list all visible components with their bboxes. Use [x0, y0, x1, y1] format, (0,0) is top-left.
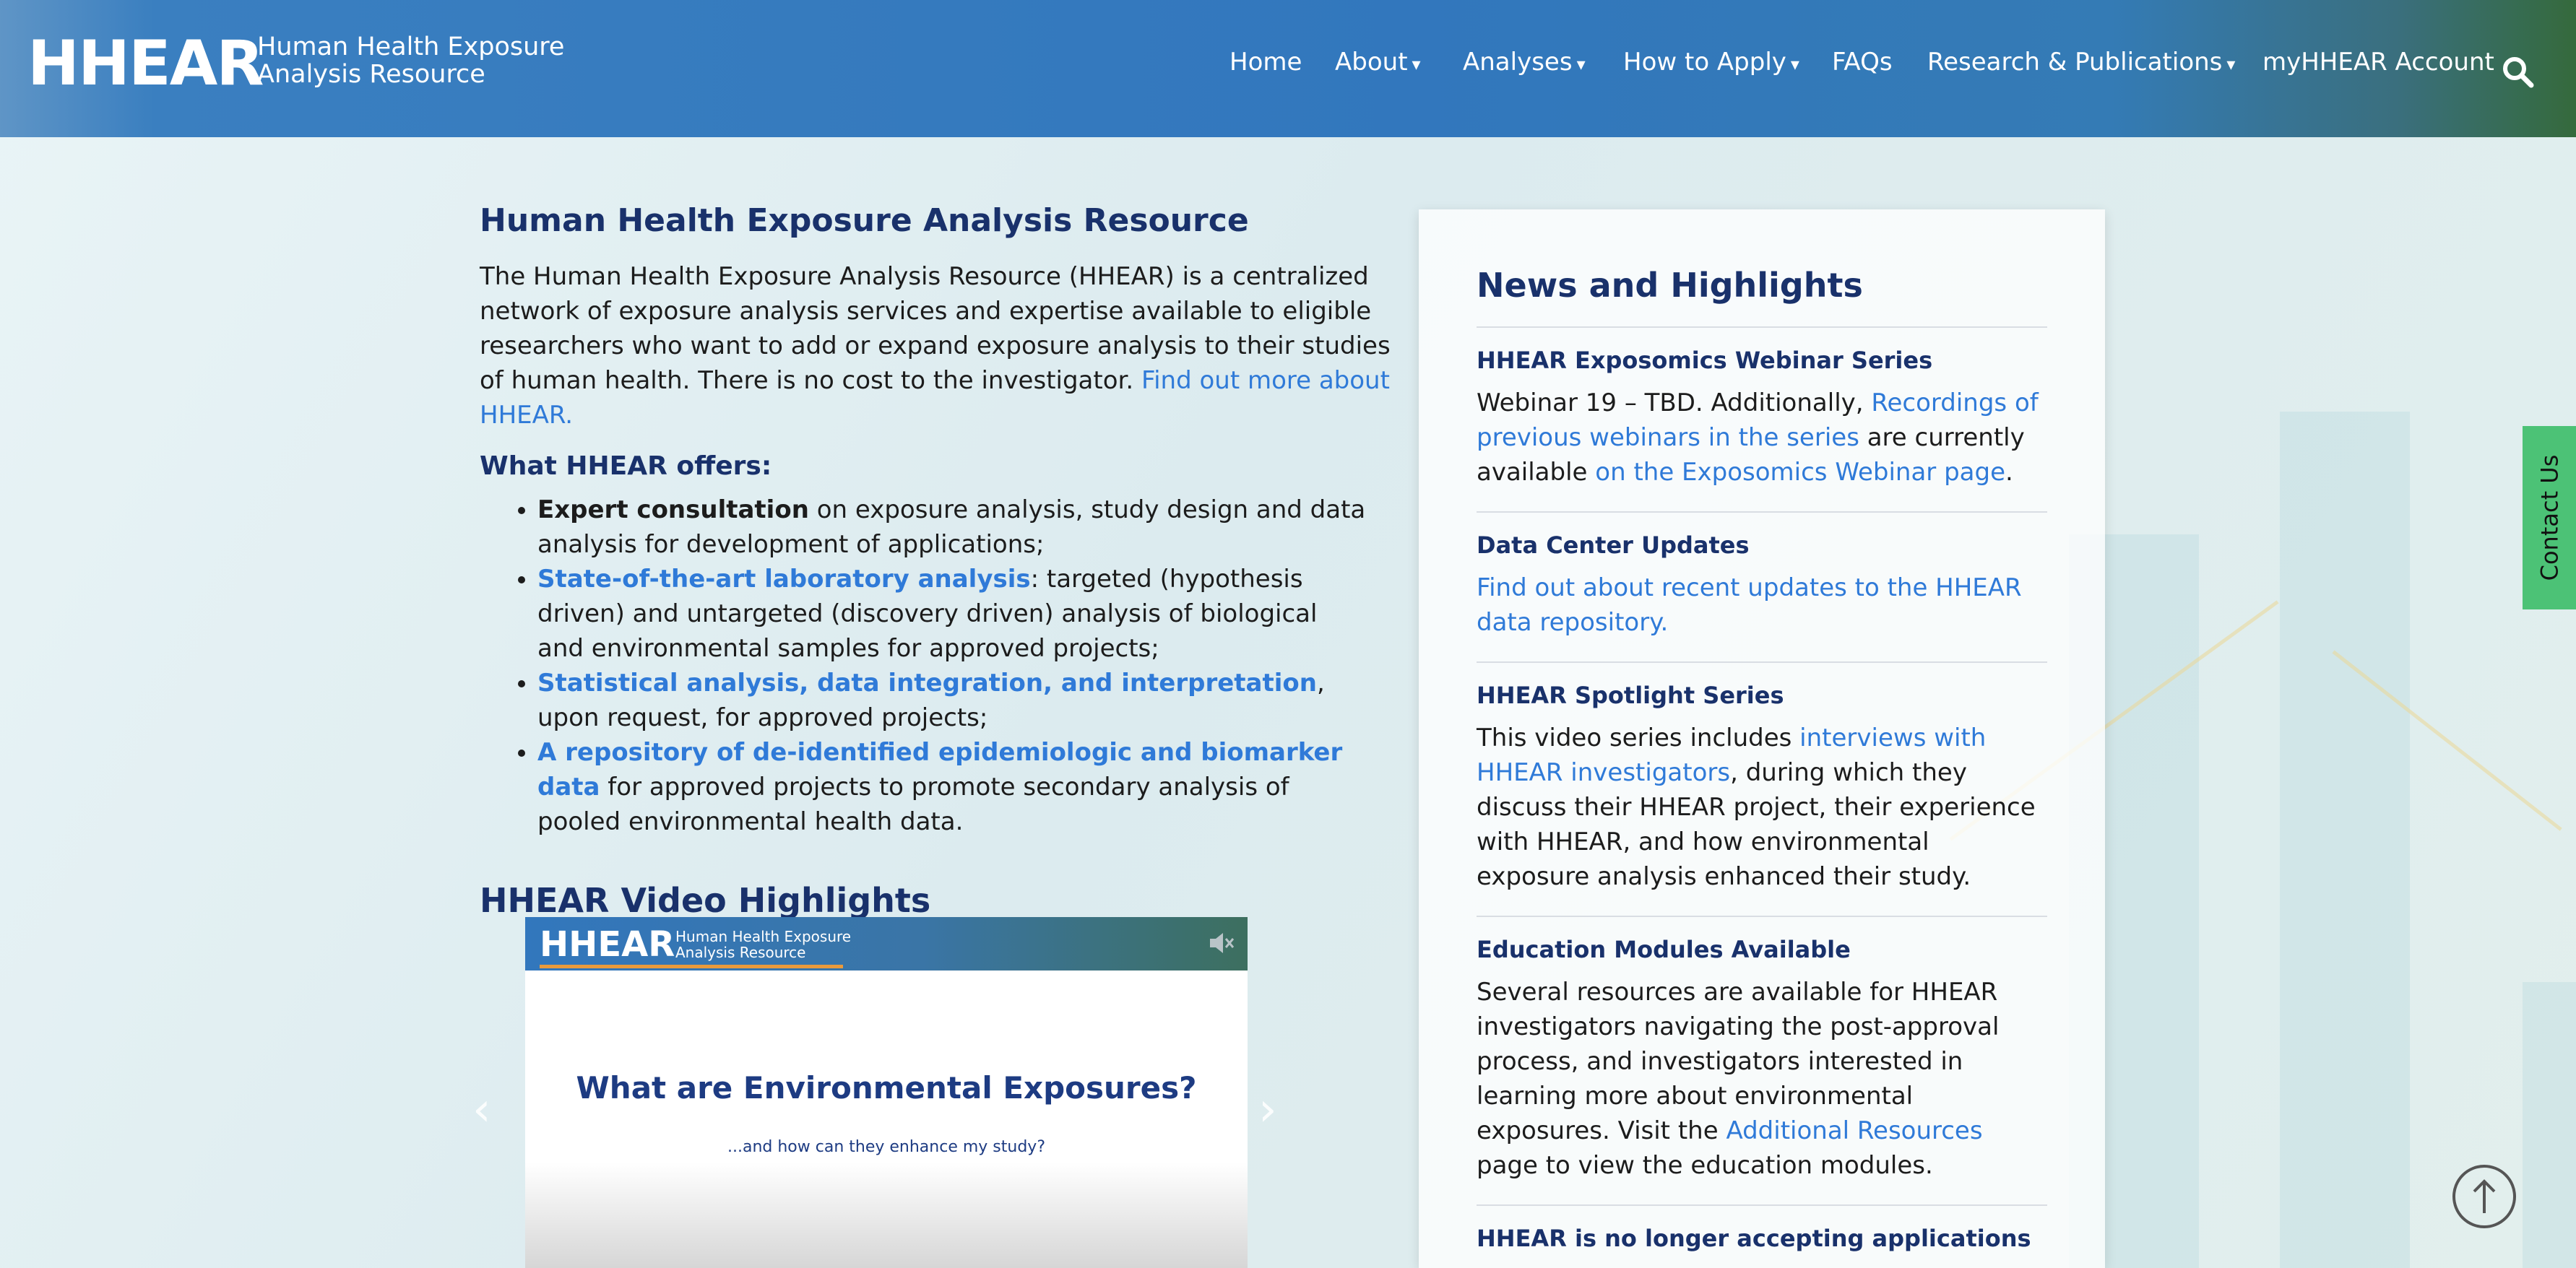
nav-research-publications[interactable]: Research & Publications ▾ [1927, 48, 2235, 77]
nav-about[interactable]: About ▾ [1335, 48, 1421, 77]
exposomics-webinar-link[interactable]: on the Exposomics Webinar page [1595, 458, 2005, 487]
news-item: Data Center Updates Find out about recen… [1477, 513, 2047, 640]
news-item-title[interactable]: HHEAR is no longer accepting application… [1477, 1225, 2047, 1252]
background-decoration [2523, 982, 2576, 1268]
news-text: Webinar 19 – TBD. Additionally, [1477, 388, 1872, 417]
offers-list: Expert consultation on exposure analysis… [480, 492, 1368, 839]
logo-subtitle-line: Human Health Exposure [675, 928, 852, 945]
chevron-down-icon: ▾ [1576, 54, 1586, 74]
news-item: HHEAR Exposomics Webinar Series Webinar … [1477, 328, 2047, 490]
list-item: Expert consultation on exposure analysis… [537, 492, 1368, 562]
news-item-body: Find out about recent updates to the HHE… [1477, 570, 2047, 640]
site-header: HHEAR Human Health Exposure Analysis Res… [0, 0, 2576, 137]
offers-heading: What HHEAR offers: [480, 451, 772, 481]
chevron-right-icon[interactable]: › [1258, 1083, 1277, 1137]
news-item-body: This video series includes interviews wi… [1477, 721, 2047, 894]
video-fade-overlay [525, 1163, 1248, 1268]
video-logo: HHEAR [540, 924, 675, 965]
news-item-title[interactable]: HHEAR Exposomics Webinar Series [1477, 347, 2047, 374]
offer-text: for approved projects to promote seconda… [537, 773, 1289, 836]
news-content: News and Highlights HHEAR Exposomics Web… [1477, 266, 2047, 1252]
nav-faqs[interactable]: FAQs [1832, 48, 1893, 77]
list-item: State-of-the-art laboratory analysis: ta… [537, 562, 1368, 666]
nav-how-to-apply[interactable]: How to Apply ▾ [1623, 48, 1799, 77]
news-item-body: Webinar 19 – TBD. Additionally, Recordin… [1477, 386, 2047, 490]
news-text: . [2005, 458, 2013, 487]
speaker-muted-icon[interactable] [1207, 930, 1236, 956]
nav-label: Home [1229, 48, 1302, 77]
news-text: This video series includes [1477, 724, 1800, 752]
logo-subtitle-line: Human Health Exposure [257, 32, 565, 61]
video-section-heading: HHEAR Video Highlights [480, 881, 931, 920]
nav-label: Research & Publications [1927, 48, 2223, 77]
chevron-left-icon[interactable]: ‹ [472, 1083, 491, 1137]
site-logo-subtitle: Human Health Exposure Analysis Resource [257, 33, 564, 88]
logo-subtitle-line: Analysis Resource [257, 60, 485, 89]
nav-label: About [1335, 48, 1408, 77]
site-logo[interactable]: HHEAR [27, 27, 264, 100]
list-item: Statistical analysis, data integration, … [537, 666, 1368, 735]
additional-resources-link[interactable]: Additional Resources [1726, 1116, 1982, 1145]
video-subtitle: ...and how can they enhance my study? [727, 1138, 1045, 1156]
news-panel: News and Highlights HHEAR Exposomics Web… [1419, 209, 2105, 1268]
video-title: What are Environmental Exposures? [576, 1070, 1197, 1106]
nav-myhhear-account[interactable]: myHHEAR Account [2262, 48, 2494, 77]
news-item: HHEAR Spotlight Series This video series… [1477, 663, 2047, 894]
chevron-down-icon: ▾ [1412, 54, 1421, 74]
logo-subtitle-line: Analysis Resource [675, 944, 806, 961]
chevron-down-icon: ▾ [1790, 54, 1799, 74]
data-center-updates-link[interactable]: Find out about recent updates to the HHE… [1477, 573, 2022, 637]
contact-us-tab[interactable]: Contact Us [2523, 426, 2576, 609]
list-item: A repository of de-identified epidemiolo… [537, 735, 1368, 839]
nav-label: Analyses [1463, 48, 1573, 77]
news-item: HHEAR is no longer accepting application… [1477, 1206, 2047, 1252]
news-item-title[interactable]: Education Modules Available [1477, 936, 2047, 963]
news-title: News and Highlights [1477, 266, 1863, 305]
news-item-body: Several resources are available for HHEA… [1477, 975, 2047, 1183]
main-content: Human Health Exposure Analysis Resource … [480, 202, 1412, 920]
nav-home[interactable]: Home [1229, 48, 1302, 77]
nav-analyses[interactable]: Analyses ▾ [1463, 48, 1586, 77]
contact-us-label: Contact Us [2536, 454, 2564, 581]
offer-lead: Expert consultation [537, 495, 809, 524]
offer-link[interactable]: Statistical analysis, data integration, … [537, 669, 1317, 698]
search-icon[interactable] [2501, 55, 2534, 88]
offer-link[interactable]: State-of-the-art laboratory analysis [537, 565, 1031, 594]
nav-label: myHHEAR Account [2262, 48, 2494, 77]
news-item-title[interactable]: Data Center Updates [1477, 531, 2047, 559]
video-accent-line [540, 965, 843, 968]
video-player[interactable]: HHEAR Human Health Exposure Analysis Res… [525, 917, 1248, 1268]
news-item: Education Modules Available Several reso… [1477, 917, 2047, 1183]
intro-paragraph: The Human Health Exposure Analysis Resou… [480, 259, 1412, 433]
nav-label: How to Apply [1623, 48, 1786, 77]
chevron-down-icon: ▾ [2226, 54, 2236, 74]
nav-label: FAQs [1832, 48, 1893, 77]
page-title: Human Health Exposure Analysis Resource [480, 202, 1249, 239]
background-decoration [2280, 412, 2410, 1268]
arrow-up-circle-icon[interactable] [2450, 1163, 2518, 1230]
news-item-title[interactable]: HHEAR Spotlight Series [1477, 682, 2047, 709]
news-text: page to view the education modules. [1477, 1151, 1933, 1180]
video-logo-subtitle: Human Health Exposure Analysis Resource [675, 929, 851, 960]
